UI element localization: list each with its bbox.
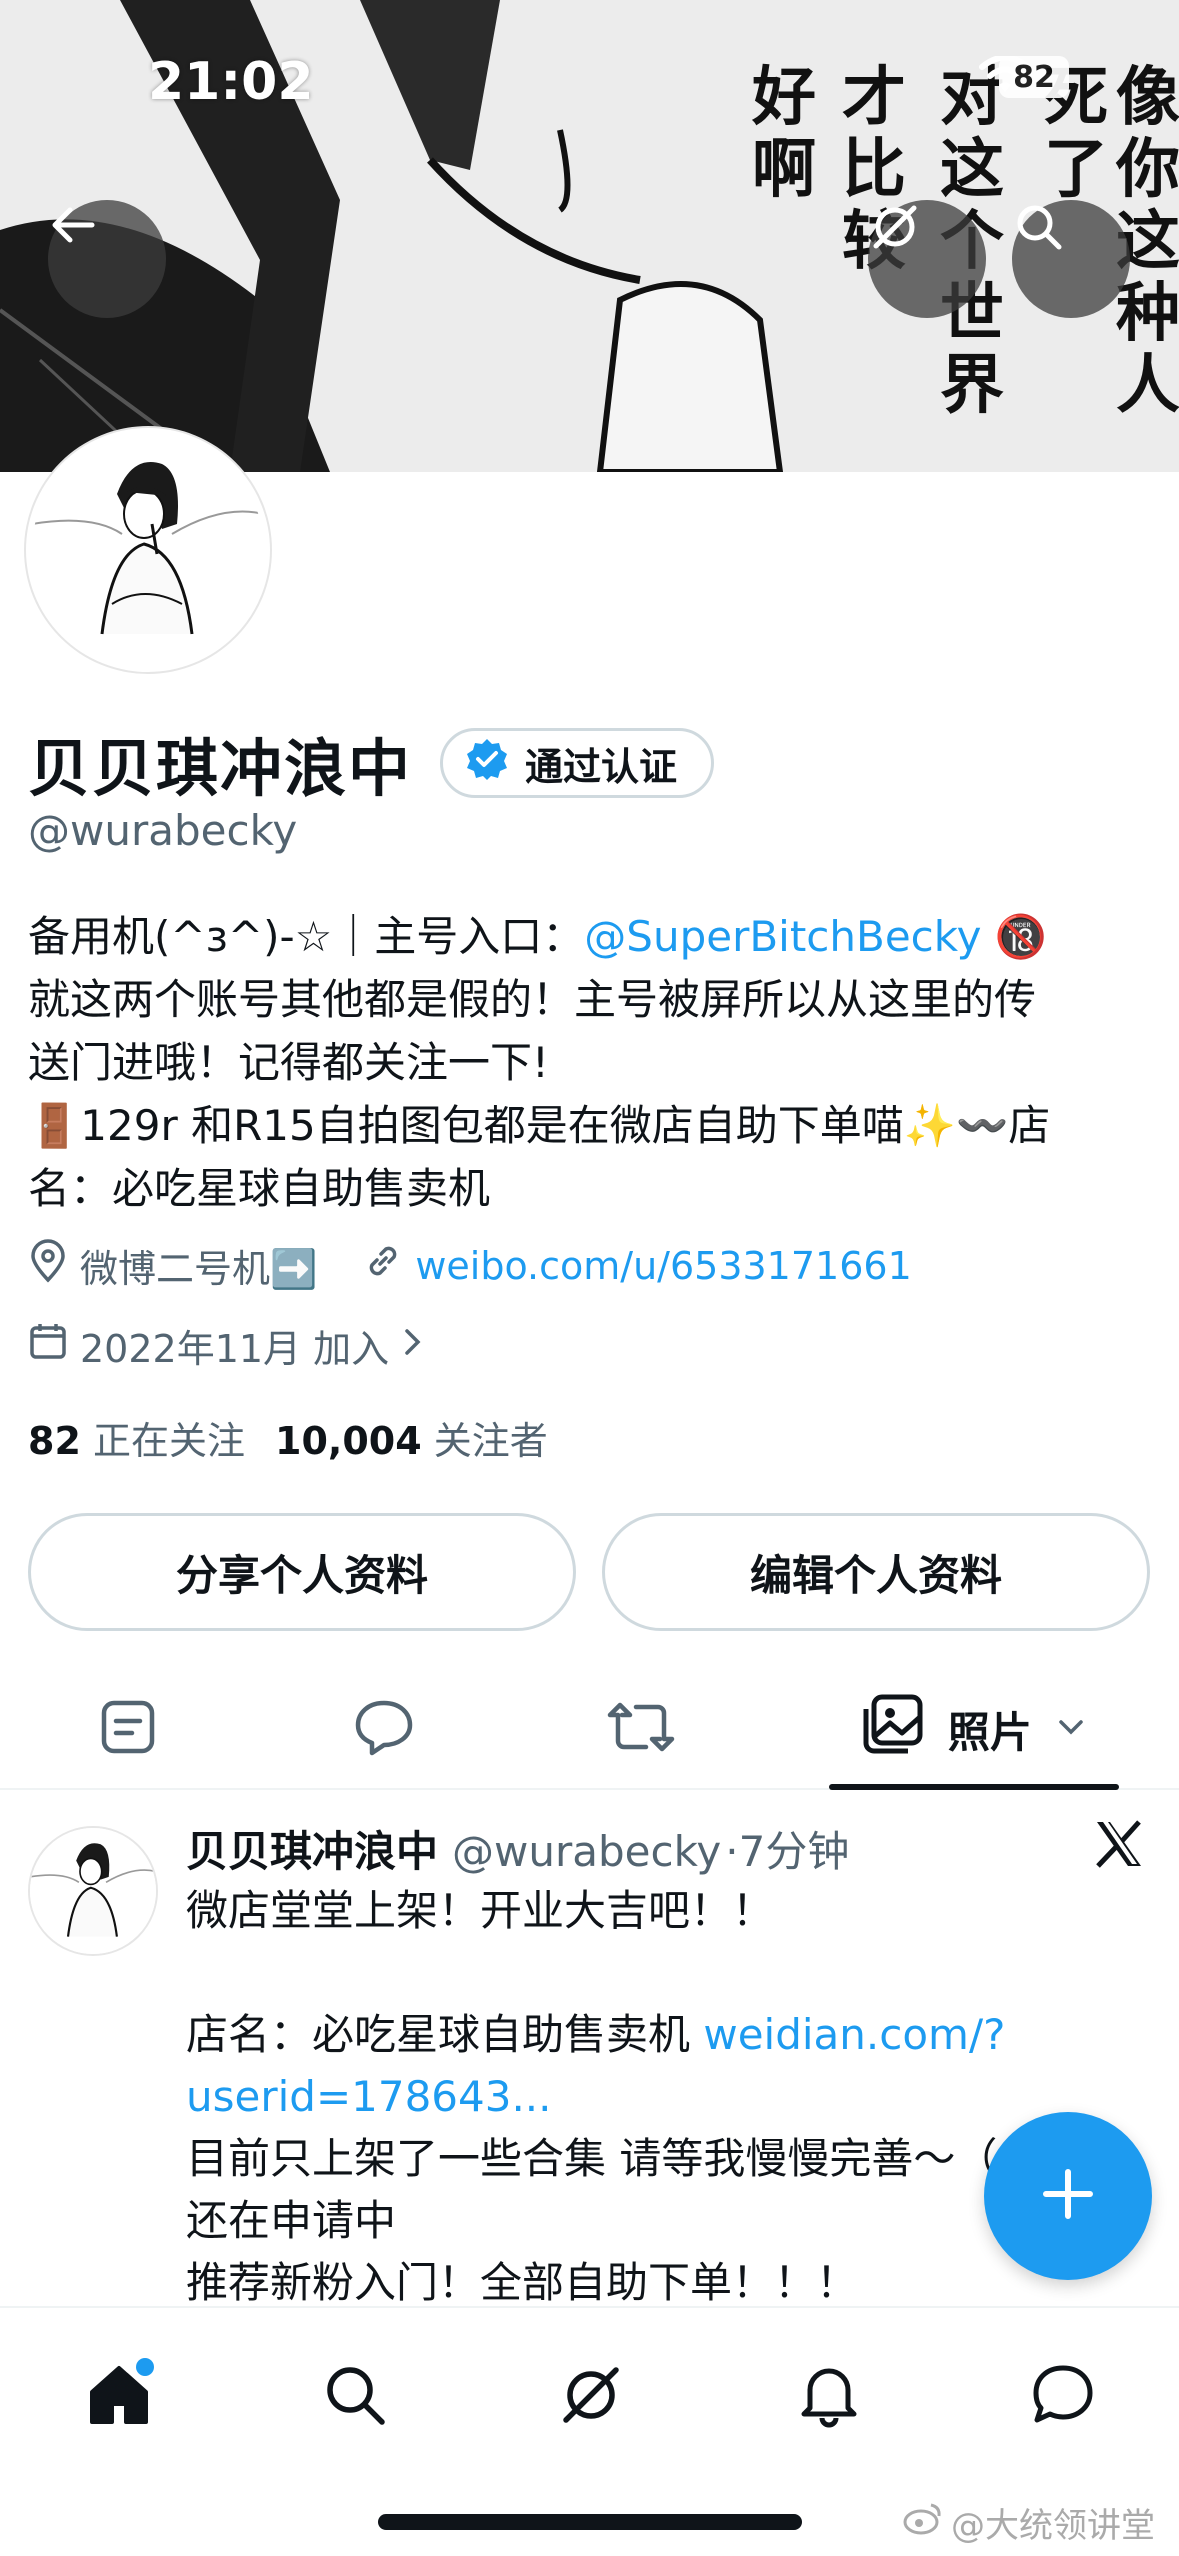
tab-photos[interactable]: 照片 bbox=[769, 1670, 1179, 1790]
tweet-line: 还在申请中 bbox=[186, 2196, 397, 2245]
website-link[interactable]: weibo.com/u/6533171661 bbox=[415, 1244, 911, 1288]
chevron-right-icon bbox=[401, 1324, 425, 1368]
tweet-line: 微店堂堂上架！开业大吉吧！！ bbox=[186, 1886, 775, 1935]
battery-indicator: 82 bbox=[999, 56, 1069, 98]
display-name: 贝贝琪冲浪中 bbox=[28, 732, 413, 805]
weibo-watermark: @大统领讲堂 bbox=[903, 2498, 1155, 2547]
message-icon bbox=[1030, 2362, 1096, 2432]
x-logo-icon bbox=[1093, 1818, 1145, 1874]
bio-emoji: 🔞 bbox=[994, 912, 1048, 961]
status-indicators: 82 bbox=[979, 56, 1069, 98]
nav-notifications[interactable] bbox=[784, 2352, 874, 2442]
notification-dot bbox=[136, 2358, 154, 2376]
nav-search[interactable] bbox=[310, 2352, 400, 2442]
profile-banner[interactable]: 像你这种人 死了 对这个世界 才比较 好啊 21:02 82 bbox=[0, 0, 1179, 472]
weibo-logo-icon bbox=[903, 2501, 943, 2544]
join-date[interactable]: 2022年11月 加入 bbox=[28, 1318, 425, 1373]
tab-reposts[interactable] bbox=[513, 1670, 769, 1788]
following-count: 82 bbox=[28, 1419, 81, 1463]
join-date-text: 2022年11月 加入 bbox=[80, 1327, 390, 1371]
tweet-line-text: 店名：必吃星球自助售卖机 bbox=[186, 2010, 704, 2059]
location: 微博二号机➡️ bbox=[28, 1238, 317, 1293]
home-indicator bbox=[378, 2514, 802, 2530]
tweet-line: 店名：必吃星球自助售卖机 weidian.com/? bbox=[186, 2004, 1106, 2066]
tab-posts[interactable] bbox=[0, 1670, 256, 1788]
tweet-author-handle: @wurabecky bbox=[452, 1827, 722, 1876]
search-icon bbox=[322, 2362, 388, 2432]
posts-icon bbox=[98, 1697, 158, 1761]
followers-stat[interactable]: 10,004 关注者 bbox=[275, 1410, 548, 1465]
status-time: 21:02 bbox=[148, 52, 314, 112]
grok-icon bbox=[556, 2360, 626, 2434]
bio-line: 🚪129r 和R15自拍图包都是在微店自助下单喵✨〰️店 bbox=[28, 1101, 1051, 1150]
follow-stats: 82 正在关注 10,004 关注者 bbox=[28, 1410, 548, 1465]
edit-profile-button[interactable]: 编辑个人资料 bbox=[602, 1513, 1150, 1631]
nav-home[interactable] bbox=[74, 2352, 164, 2442]
manga-text-col-5: 好啊 bbox=[752, 61, 816, 207]
plus-icon bbox=[1038, 2164, 1098, 2228]
following-stat[interactable]: 82 正在关注 bbox=[28, 1410, 245, 1465]
profile-tabs: 照片 bbox=[0, 1670, 1179, 1790]
watermark-text: @大统领讲堂 bbox=[951, 2506, 1155, 2546]
nav-grok[interactable] bbox=[546, 2352, 636, 2442]
profile-meta: 微博二号机➡️ weibo.com/u/6533171661 bbox=[28, 1238, 958, 1293]
following-label: 正在关注 bbox=[92, 1419, 245, 1463]
tweet-line: 推荐新粉入门！全部自助下单！！！ bbox=[186, 2258, 859, 2306]
calendar-icon bbox=[28, 1321, 68, 1370]
location-pin-icon bbox=[28, 1239, 68, 1292]
tweet-line: 目前只上架了一些合集 请等我慢慢完善～（ bbox=[186, 2134, 998, 2183]
website[interactable]: weibo.com/u/6533171661 bbox=[363, 1241, 912, 1290]
link-icon bbox=[363, 1241, 403, 1290]
bell-icon bbox=[796, 2362, 862, 2432]
tweet-link-continuation[interactable]: userid=178643... bbox=[186, 2066, 1106, 2128]
repost-icon bbox=[606, 1697, 676, 1761]
bio-line: 名：必吃星球自助售卖机 bbox=[28, 1164, 491, 1213]
bio-line: 就这两个账号其他都是假的！主号被屏所以从这里的传 bbox=[28, 975, 1037, 1024]
bio-line: 送门进哦！记得都关注一下! bbox=[28, 1038, 549, 1087]
back-button[interactable] bbox=[48, 200, 166, 318]
share-profile-button[interactable]: 分享个人资料 bbox=[28, 1513, 576, 1631]
profile-avatar[interactable] bbox=[26, 428, 270, 672]
chevron-down-icon bbox=[1054, 1705, 1088, 1754]
search-button[interactable] bbox=[1012, 200, 1130, 318]
bio-text: 备用机(^з^)-☆｜主号入口： bbox=[28, 912, 585, 961]
tweet-text: 微店堂堂上架！开业大吉吧！！ 店名：必吃星球自助售卖机 weidian.com/… bbox=[186, 1880, 1106, 2306]
photos-tab-label: 照片 bbox=[947, 1707, 1032, 1757]
followers-label: 关注者 bbox=[433, 1419, 548, 1463]
grok-button[interactable] bbox=[868, 200, 986, 318]
join-date-row[interactable]: 2022年11月 加入 bbox=[28, 1318, 471, 1373]
verified-icon bbox=[465, 737, 509, 790]
name-row: 贝贝琪冲浪中 通过认证 bbox=[28, 718, 715, 808]
tweet-author-name[interactable]: 贝贝琪冲浪中 bbox=[186, 1818, 438, 1879]
photos-icon bbox=[860, 1691, 926, 1767]
followers-count: 10,004 bbox=[275, 1419, 422, 1463]
location-text: 微博二号机➡️ bbox=[80, 1247, 318, 1291]
profile-handle: @wurabecky bbox=[28, 806, 298, 855]
mention-link[interactable]: @SuperBitchBecky bbox=[584, 912, 981, 961]
compose-button[interactable] bbox=[984, 2112, 1152, 2280]
tweet-avatar[interactable] bbox=[28, 1826, 158, 1956]
reply-icon bbox=[352, 1697, 416, 1761]
verified-badge-button[interactable]: 通过认证 bbox=[440, 728, 715, 798]
tab-replies[interactable] bbox=[256, 1670, 512, 1788]
bio-line: 备用机(^з^)-☆｜主号入口：@SuperBitchBecky 🔞 bbox=[28, 905, 1158, 968]
tweet-link[interactable]: weidian.com/? bbox=[703, 2010, 1005, 2059]
tweet-timestamp: ·7分钟 bbox=[725, 1827, 850, 1876]
tweet-header: 贝贝琪冲浪中 @wurabecky ·7分钟 bbox=[186, 1818, 849, 1879]
nav-messages[interactable] bbox=[1018, 2352, 1108, 2442]
profile-bio: 备用机(^з^)-☆｜主号入口：@SuperBitchBecky 🔞 就这两个账… bbox=[28, 905, 1158, 1220]
verified-label: 通过认证 bbox=[525, 744, 678, 789]
